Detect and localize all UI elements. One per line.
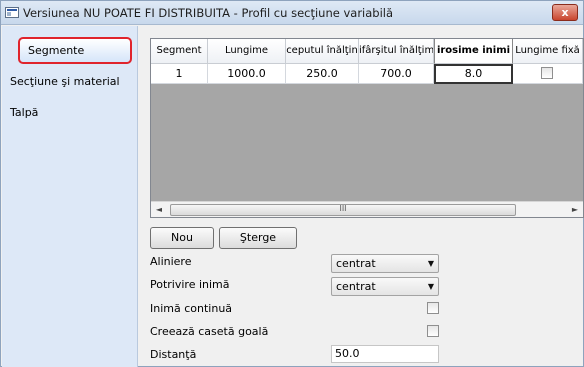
inima-continua-label: Inimă continuă [150, 302, 233, 315]
scroll-grip-icon: III [339, 204, 347, 213]
cell-inaltime-start[interactable]: 250.0 [286, 64, 359, 84]
chevron-down-icon: ▼ [427, 282, 434, 291]
caseta-goala-checkbox[interactable] [427, 325, 439, 337]
cell-lungime-fixa[interactable] [513, 64, 583, 84]
dialog-window: Versiunea NU POATE FI DISTRIBUITA - Prof… [0, 0, 584, 367]
close-button[interactable]: x [552, 4, 578, 21]
delete-segment-button[interactable]: Şterge [219, 227, 297, 249]
cell-grosime-inima[interactable]: 8.0 [434, 64, 513, 84]
column-header-lungime[interactable]: Lungime [208, 39, 286, 64]
distanta-label: Distanţă [150, 348, 197, 361]
potrivire-inima-dropdown[interactable]: centrat ▼ [331, 277, 439, 296]
inima-continua-checkbox[interactable] [427, 302, 439, 314]
app-window-icon [5, 7, 19, 18]
scroll-right-arrow-icon[interactable]: ► [567, 202, 583, 218]
sidebar-item-sectiune-material[interactable]: Secţiune şi material [10, 73, 120, 91]
caseta-goala-label: Creează casetă goală [150, 325, 269, 338]
aliniere-label: Aliniere [150, 255, 192, 268]
sidebar-item-talpa[interactable]: Talpă [10, 104, 38, 122]
sidebar: Segmente Secţiune şi material Talpă [2, 26, 138, 367]
segments-grid[interactable]: Segment Lungime ceputul înălţin ifârşitu… [150, 38, 584, 218]
scroll-left-arrow-icon[interactable]: ◄ [151, 202, 167, 218]
cell-segment[interactable]: 1 [151, 64, 208, 84]
grid-header: Segment Lungime ceputul înălţin ifârşitu… [151, 39, 583, 64]
cell-lungime[interactable]: 1000.0 [208, 64, 286, 84]
potrivire-inima-label: Potrivire inimă [150, 278, 230, 291]
aliniere-value: centrat [336, 257, 376, 270]
title-bar[interactable]: Versiunea NU POATE FI DISTRIBUITA - Prof… [1, 1, 583, 25]
chevron-down-icon: ▼ [427, 259, 434, 268]
column-header-segment[interactable]: Segment [151, 39, 208, 64]
horizontal-scrollbar[interactable]: ◄ III ► [151, 201, 583, 217]
potrivire-inima-value: centrat [336, 280, 376, 293]
column-header-grosime-inima[interactable]: irosime inimi [434, 39, 513, 64]
cell-inaltime-end[interactable]: 700.0 [359, 64, 434, 84]
column-header-inaltime-start[interactable]: ceputul înălţin [286, 39, 359, 64]
column-header-inaltime-end[interactable]: ifârşitul înălţim [359, 39, 434, 64]
column-header-lungime-fixa[interactable]: Lungime fixă [513, 39, 583, 64]
window-title: Versiunea NU POATE FI DISTRIBUITA - Prof… [23, 6, 394, 20]
distanta-input[interactable]: 50.0 [331, 345, 439, 363]
lungime-fixa-checkbox[interactable] [541, 67, 553, 79]
aliniere-dropdown[interactable]: centrat ▼ [331, 254, 439, 273]
sidebar-item-segmente[interactable]: Segmente [18, 37, 132, 64]
table-row[interactable]: 1 1000.0 250.0 700.0 8.0 [151, 64, 583, 84]
scroll-thumb[interactable]: III [170, 204, 516, 216]
add-segment-button[interactable]: Nou [150, 227, 214, 249]
